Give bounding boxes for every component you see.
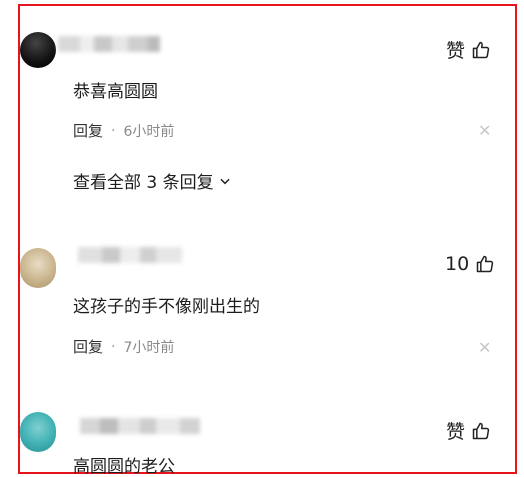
separator: · <box>111 338 116 355</box>
like-count: 10 <box>445 253 470 275</box>
avatar[interactable] <box>20 32 56 68</box>
comment-meta: 回复 · 7小时前 <box>73 336 174 357</box>
comment-meta: 回复 · 6小时前 <box>73 120 174 141</box>
like-button[interactable]: 赞 <box>446 36 491 63</box>
timestamp: 6小时前 <box>123 123 175 140</box>
reply-button[interactable]: 回复 <box>73 120 103 141</box>
thumbs-up-icon <box>476 255 494 273</box>
like-button[interactable]: 赞 <box>446 417 491 444</box>
close-icon[interactable]: ✕ <box>478 121 491 140</box>
highlight-frame <box>18 4 517 474</box>
comment-text: 这孩子的手不像刚出生的 <box>73 297 260 317</box>
comment-text: 高圆圆的老公 <box>73 457 175 477</box>
thumbs-up-icon <box>472 422 490 439</box>
chevron-down-icon <box>220 178 230 184</box>
close-icon[interactable]: ✕ <box>478 338 491 357</box>
separator: · <box>111 122 116 139</box>
username-blurred[interactable] <box>80 418 200 438</box>
timestamp: 7小时前 <box>123 339 175 356</box>
username-blurred[interactable] <box>58 36 160 56</box>
view-all-replies-button[interactable]: 查看全部 3 条回复 <box>73 168 232 193</box>
view-all-replies-label: 查看全部 3 条回复 <box>73 173 214 193</box>
reply-button[interactable]: 回复 <box>73 336 103 357</box>
like-button[interactable]: 10 <box>445 253 495 275</box>
username-blurred[interactable] <box>78 247 182 267</box>
like-count: 赞 <box>446 421 466 443</box>
comment-text: 恭喜高圆圆 <box>73 82 158 102</box>
like-count: 赞 <box>446 40 466 62</box>
avatar[interactable] <box>20 248 56 288</box>
thumbs-up-icon <box>472 41 490 58</box>
avatar[interactable] <box>20 412 56 452</box>
